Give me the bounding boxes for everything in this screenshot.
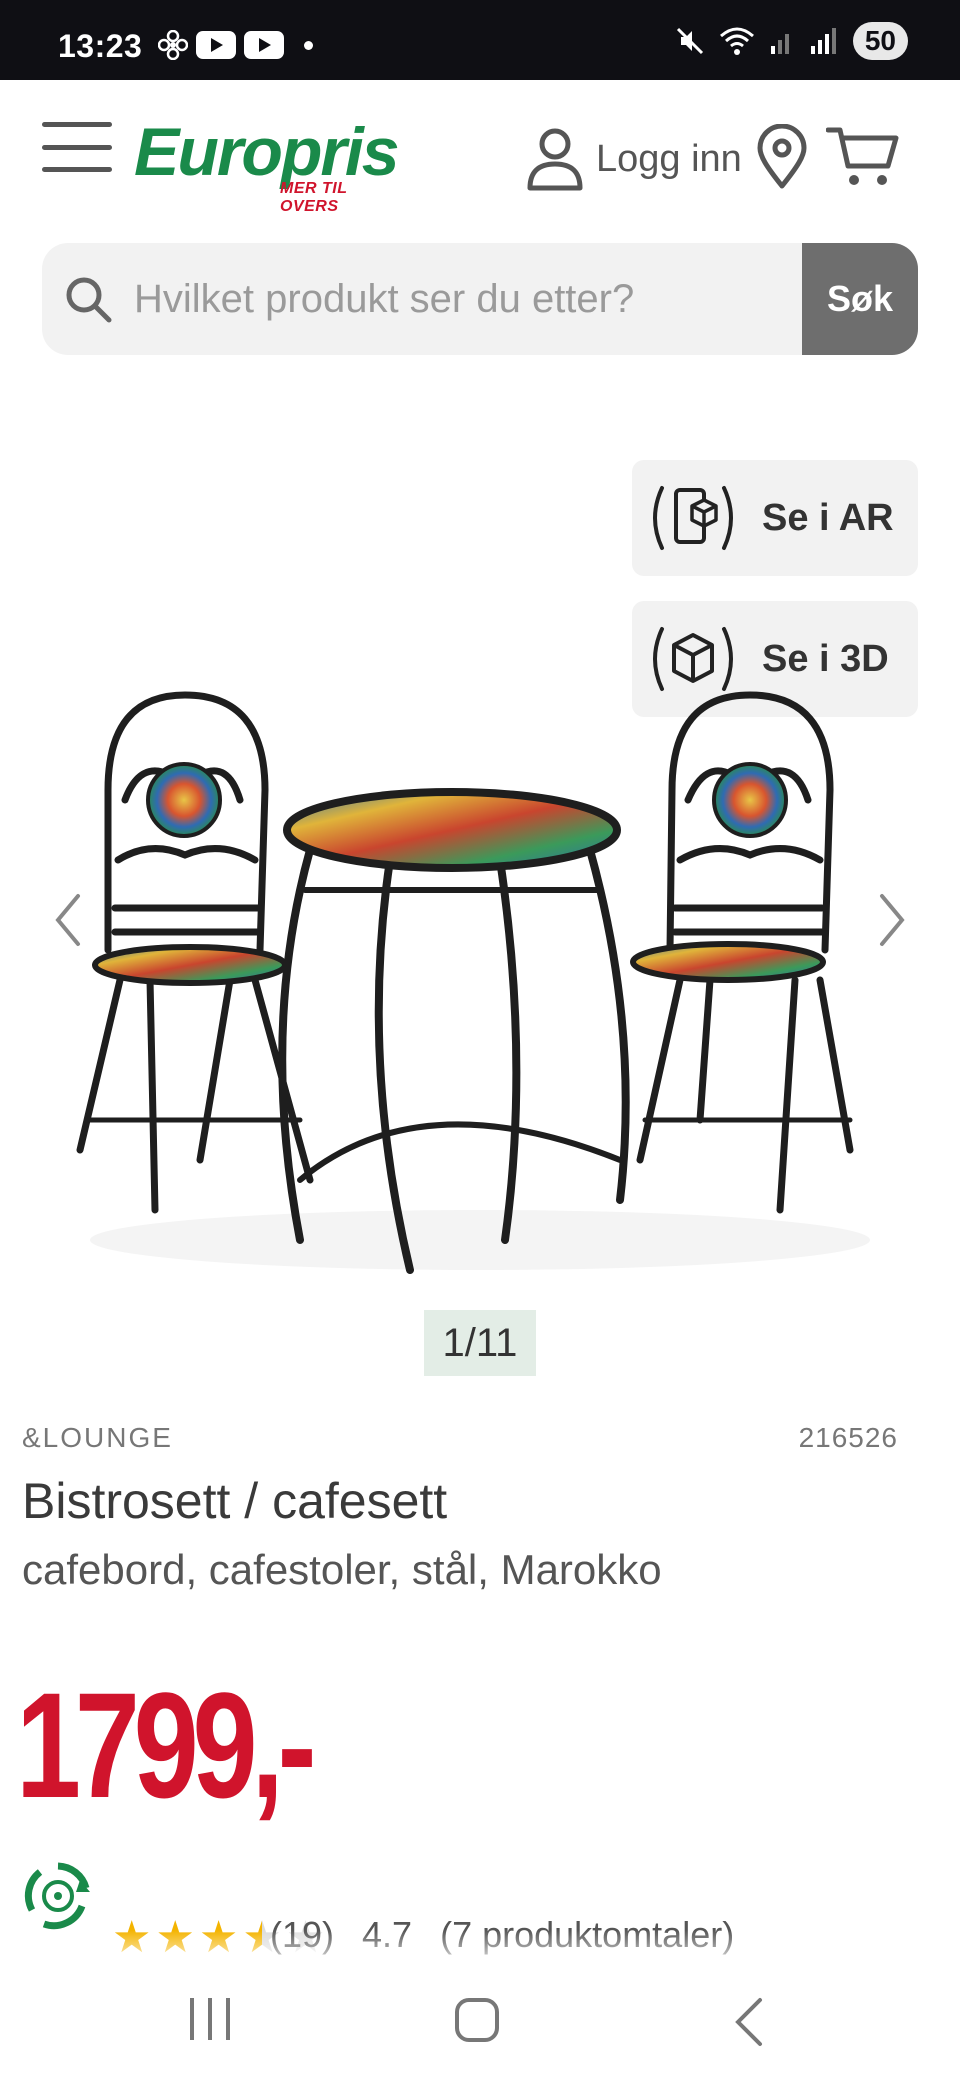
site-header: Europris MER TIL OVERS Logg inn [0, 80, 960, 230]
search-bar: Søk [42, 243, 918, 355]
product-sku: 216526 [798, 1422, 898, 1453]
status-time: 13:23 [58, 28, 143, 64]
product-subtitle: cafebord, cafestoler, stål, Marokko [22, 1546, 662, 1593]
user-icon [527, 128, 583, 191]
fan-icon [158, 30, 188, 60]
system-nav-bar [0, 1970, 960, 2080]
search-button[interactable]: Søk [802, 243, 918, 355]
youtube-icon [196, 31, 236, 59]
login-label: Logg inn [596, 137, 742, 180]
status-bar: 13:23 50 [0, 0, 960, 80]
status-left-icons [158, 30, 313, 60]
location-pin-icon[interactable] [756, 124, 808, 190]
logo-text: Europris [134, 114, 400, 190]
next-image-chevron-icon[interactable] [872, 890, 912, 950]
cart-icon[interactable] [826, 124, 900, 190]
ar-phone-icon [653, 486, 733, 550]
recents-icon[interactable] [190, 1998, 230, 2040]
scroll-fade [0, 1930, 960, 1970]
previous-image-chevron-icon[interactable] [48, 890, 88, 950]
product-brand[interactable]: &LOUNGE [22, 1422, 173, 1454]
view-in-ar-label: Se i AR [762, 496, 894, 539]
logo-tagline: MER TIL OVERS [280, 180, 348, 215]
product-price: 1799,- [16, 1661, 317, 1829]
wifi-icon [719, 27, 754, 55]
product-title: Bistrosett / cafesett [22, 1473, 448, 1529]
image-counter: 1/11 [424, 1310, 536, 1376]
bistro-table [278, 846, 630, 1274]
product-image[interactable] [60, 680, 900, 1300]
battery-indicator: 50 [852, 22, 908, 60]
europris-logo[interactable]: Europris MER TIL OVERS [134, 114, 400, 215]
youtube-icon [244, 31, 284, 59]
login-button[interactable]: Logg inn [526, 126, 742, 192]
recycle-icon [24, 1862, 90, 1930]
menu-icon[interactable] [42, 122, 112, 172]
mute-icon [676, 27, 703, 55]
status-right-icons: 50 [675, 22, 908, 60]
dot-icon [304, 40, 313, 50]
signal-icon [810, 28, 836, 54]
signal-icon [770, 34, 789, 54]
search-icon [66, 277, 112, 323]
view-in-ar-button[interactable]: Se i AR [632, 460, 918, 576]
view-in-3d-label: Se i 3D [762, 637, 889, 680]
home-icon[interactable] [455, 1998, 499, 2042]
back-icon[interactable] [730, 1994, 766, 2050]
search-input[interactable] [134, 265, 814, 333]
